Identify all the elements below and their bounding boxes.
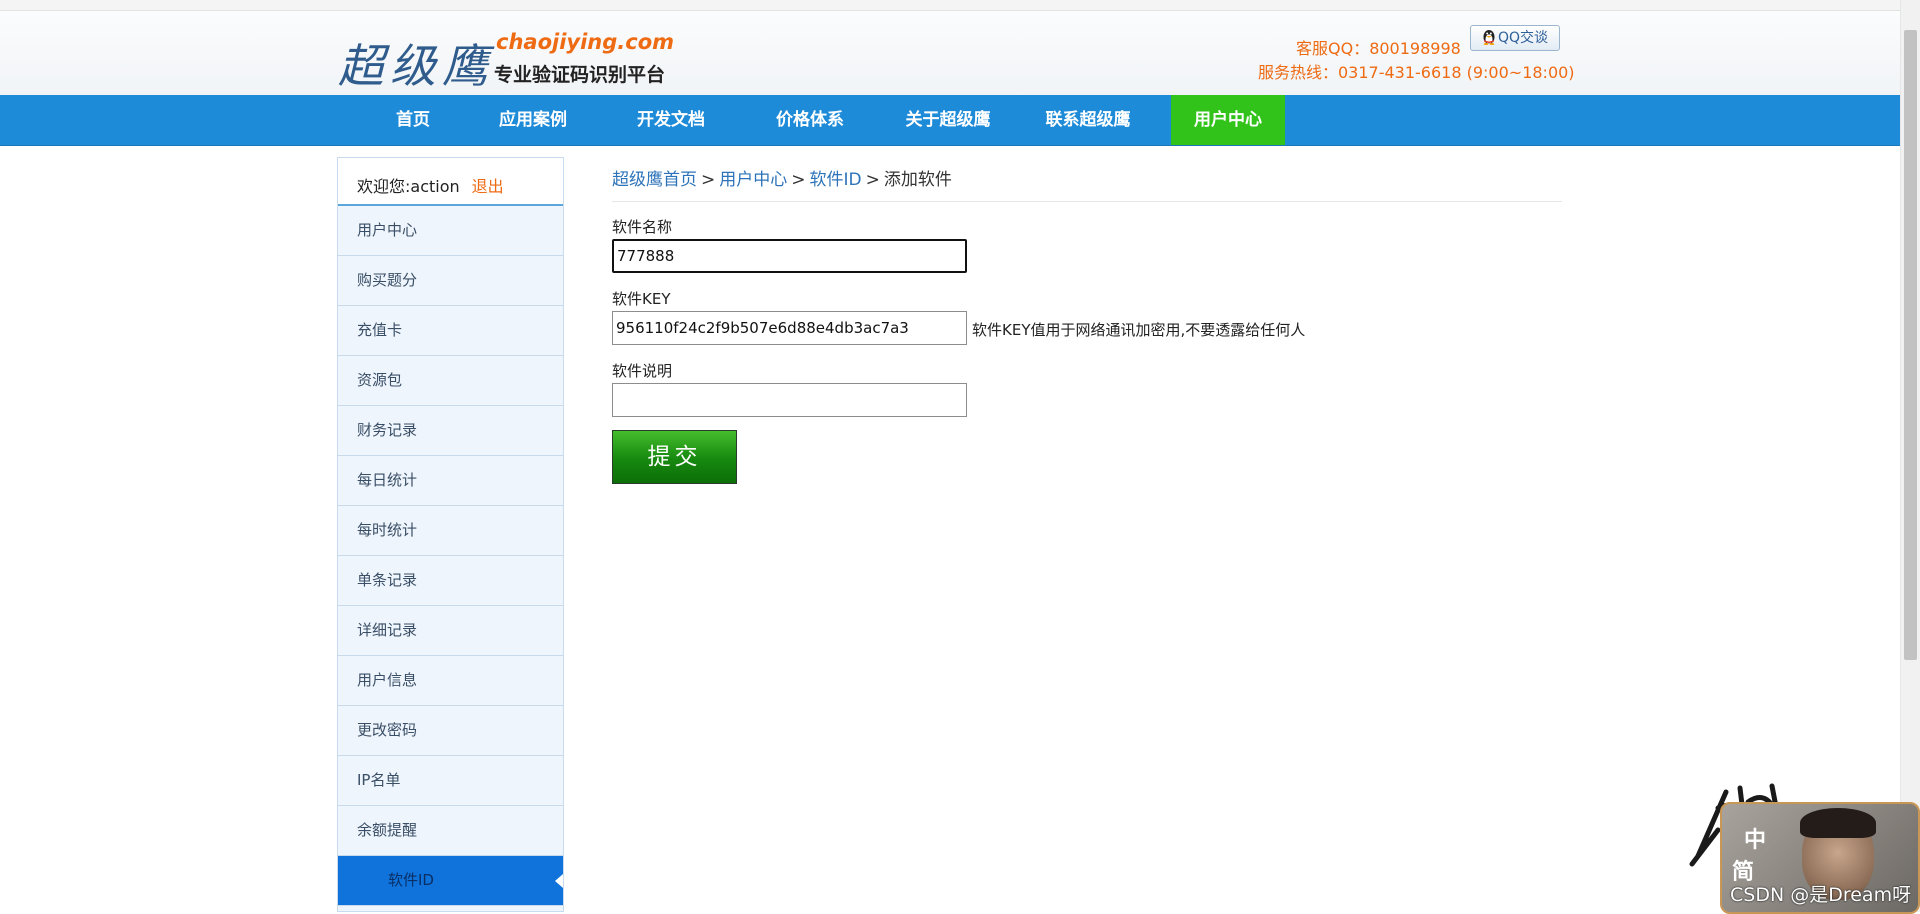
breadcrumb-separator: > <box>865 170 880 190</box>
scrollbar-thumb[interactable] <box>1904 30 1917 660</box>
nav-user-center[interactable]: 用户中心 <box>1171 95 1285 145</box>
page-scrollbar[interactable] <box>1900 0 1920 912</box>
breadcrumb-software-id[interactable]: 软件ID <box>810 170 862 190</box>
breadcrumb-current: 添加软件 <box>883 170 952 190</box>
sidebar-item-change-password[interactable]: 更改密码 <box>338 706 563 756</box>
nav-about[interactable]: 关于超级鹰 <box>888 95 1008 145</box>
logo-chinese[interactable]: 超级鹰 <box>338 30 494 96</box>
watermark-char-1: 中 <box>1744 827 1767 853</box>
welcome-bar: 欢迎您:action 退出 <box>338 158 563 206</box>
sidebar-item-finance-records[interactable]: 财务记录 <box>338 406 563 456</box>
software-key-hint: 软件KEY值用于网络通讯加密用,不要透露给任何人 <box>972 321 1306 339</box>
sidebar-item-recharge-card[interactable]: 充值卡 <box>338 306 563 356</box>
nav-dev-docs[interactable]: 开发文档 <box>616 95 726 145</box>
nav-contact[interactable]: 联系超级鹰 <box>1026 95 1150 145</box>
software-name-input[interactable] <box>612 239 967 273</box>
nav-pricing[interactable]: 价格体系 <box>755 95 865 145</box>
software-key-label: 软件KEY <box>612 290 671 308</box>
csdn-watermark: CSDN @是Dream呀 <box>1730 884 1912 906</box>
site-header: 超级鹰 chaojiying.com 专业验证码识别平台 客服QQ：800198… <box>0 11 1900 95</box>
browser-top-strip <box>0 0 1900 11</box>
sidebar-item-buy-points[interactable]: 购买题分 <box>338 256 563 306</box>
logout-link[interactable]: 退出 <box>472 177 504 196</box>
breadcrumb-separator: > <box>791 170 806 190</box>
logo-tagline: 专业验证码识别平台 <box>494 64 666 86</box>
sidebar-item-hourly-stats[interactable]: 每时统计 <box>338 506 563 556</box>
sidebar-item-daily-stats[interactable]: 每日统计 <box>338 456 563 506</box>
welcome-text: 欢迎您:action <box>357 177 460 196</box>
service-hotline: 服务热线：0317-431-6618 (9:00~18:00) <box>1258 63 1575 82</box>
main-nav: 首页 应用案例 开发文档 价格体系 关于超级鹰 联系超级鹰 用户中心 <box>0 95 1900 146</box>
service-qq: 客服QQ：800198998 <box>1296 39 1461 58</box>
qq-chat-label: QQ交谈 <box>1497 30 1549 46</box>
breadcrumb-home[interactable]: 超级鹰首页 <box>612 170 697 190</box>
nav-cases[interactable]: 应用案例 <box>478 95 588 145</box>
sidebar-item-detail-record[interactable]: 详细记录 <box>338 606 563 656</box>
qq-chat-button[interactable]: QQ交谈 <box>1470 25 1560 51</box>
author-avatar-hair <box>1800 808 1876 838</box>
penguin-icon <box>1483 30 1495 45</box>
breadcrumb: 超级鹰首页 > 用户中心 > 软件ID > 添加软件 <box>612 165 1562 202</box>
sidebar-item-resource-pack[interactable]: 资源包 <box>338 356 563 406</box>
sidebar-item-cutoff <box>338 906 563 911</box>
software-desc-input[interactable] <box>612 383 967 417</box>
sidebar-item-user-info[interactable]: 用户信息 <box>338 656 563 706</box>
sidebar-item-software-id[interactable]: 软件ID <box>338 856 563 906</box>
breadcrumb-user-center[interactable]: 用户中心 <box>719 170 787 190</box>
software-desc-label: 软件说明 <box>612 362 673 380</box>
software-key-input[interactable] <box>612 311 967 345</box>
software-name-label: 软件名称 <box>612 218 673 236</box>
nav-home[interactable]: 首页 <box>358 95 468 145</box>
sidebar-item-balance-alert[interactable]: 余额提醒 <box>338 806 563 856</box>
user-sidebar: 欢迎您:action 退出 用户中心 购买题分 充值卡 资源包 财务记录 每日统计… <box>337 157 564 912</box>
submit-button[interactable]: 提交 <box>612 430 737 484</box>
sidebar-item-user-center[interactable]: 用户中心 <box>338 206 563 256</box>
sidebar-item-single-record[interactable]: 单条记录 <box>338 556 563 606</box>
sidebar-item-ip-list[interactable]: IP名单 <box>338 756 563 806</box>
breadcrumb-separator: > <box>701 170 716 190</box>
logo-domain[interactable]: chaojiying.com <box>496 30 674 54</box>
